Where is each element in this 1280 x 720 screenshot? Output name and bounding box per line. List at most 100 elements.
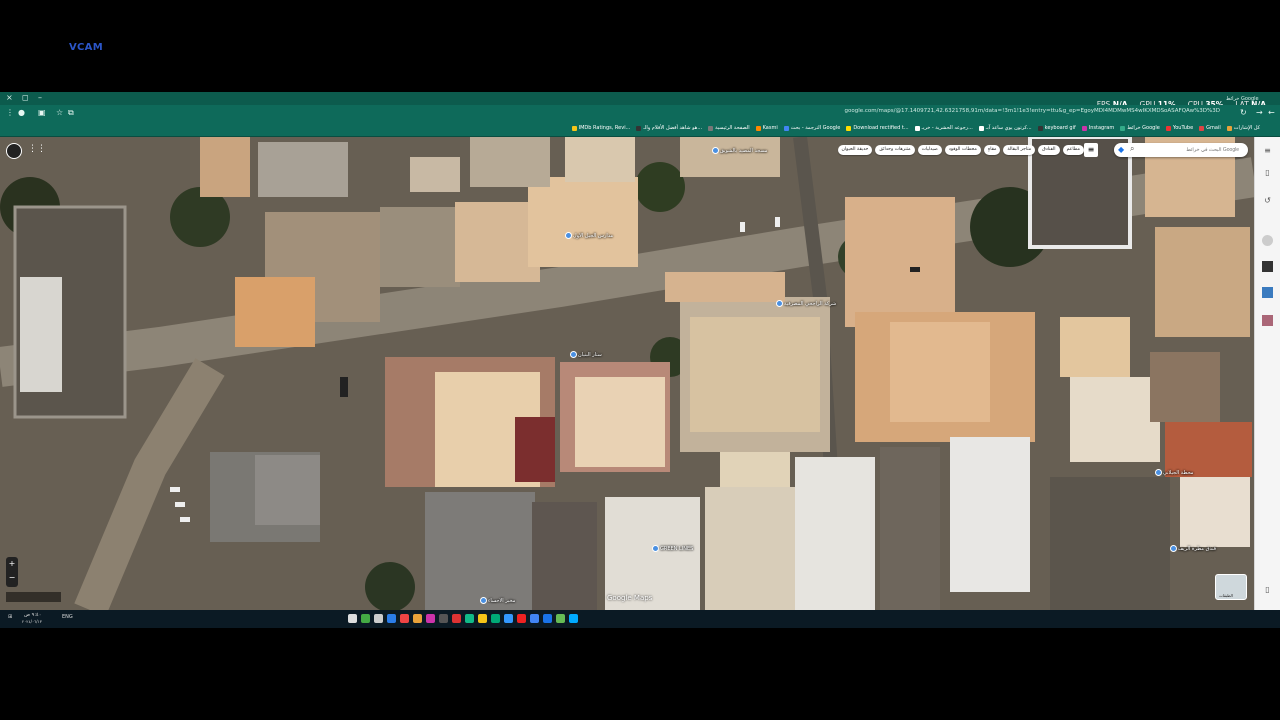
bookmark-item[interactable]: keyboard gif: [1037, 125, 1076, 131]
google-maps-logo: Google Maps: [607, 594, 653, 602]
bookmark-star-icon[interactable]: ☆: [56, 108, 63, 117]
vcam-watermark: VCAM: [69, 42, 103, 53]
url-field[interactable]: google.com/maps/@17.1409721,42.6321758,9…: [845, 108, 1220, 114]
directions-icon[interactable]: ◆: [1118, 145, 1124, 154]
taskbar-app-icon[interactable]: [491, 614, 500, 623]
phone-icon[interactable]: ▯: [1262, 584, 1273, 595]
menu-icon[interactable]: ≡: [1262, 145, 1273, 156]
place-pin-icon: [1170, 545, 1177, 552]
place-pin-icon: [776, 300, 783, 307]
share-icon[interactable]: ⧉: [68, 108, 74, 118]
taskbar-app-icon[interactable]: [439, 614, 448, 623]
satellite-map[interactable]: مسجد المصيد بالشويق مدارس الجيل الاول شر…: [0, 137, 1254, 610]
recent-place-icon[interactable]: [1262, 287, 1273, 298]
map-place-label[interactable]: GREEN LINES: [652, 545, 693, 552]
bookmark-item[interactable]: خرائط Google: [1120, 125, 1160, 131]
taskbar: ⊞ ENG ٩:٤٠ ص ٢٠٢٤/٠٦/١٣: [0, 610, 1280, 628]
back-icon[interactable]: ←: [1268, 108, 1275, 117]
bookmark-item[interactable]: Gmail: [1199, 125, 1221, 131]
layers-toggle[interactable]: الطبقات: [1215, 574, 1247, 600]
taskbar-app-icon[interactable]: [465, 614, 474, 623]
right-side-panel: ≡ ▯ ↺ ▯: [1254, 137, 1280, 610]
clock-time[interactable]: ٩:٤٠ ص: [24, 612, 41, 618]
taskbar-app-icon[interactable]: [387, 614, 396, 623]
bookmark-item[interactable]: كرتون يوي ساعد آبـ...: [978, 125, 1032, 131]
layers-thumbnail-strip[interactable]: [6, 592, 61, 602]
forward-icon[interactable]: →: [1256, 108, 1263, 117]
bookmark-item[interactable]: كل الإشارات: [1226, 125, 1260, 131]
taskbar-app-icon[interactable]: [348, 614, 357, 623]
bookmark-item[interactable]: رجوعه الحشرية - خريـ...: [914, 125, 973, 131]
map-place-label[interactable]: مخبز الاحساء: [480, 597, 515, 604]
place-pin-icon: [480, 597, 487, 604]
bookmark-item[interactable]: IMDb Ratings, Revi...: [571, 125, 630, 131]
bookmark-list: كل الإشارات Gmail YouTube خرائط Google I…: [571, 125, 1260, 131]
taskbar-app-icon[interactable]: [452, 614, 461, 623]
menu-icon[interactable]: ≡: [1084, 143, 1098, 157]
chip-groceries[interactable]: متاجر البقالة: [1003, 145, 1036, 155]
taskbar-app-icon[interactable]: [426, 614, 435, 623]
zoom-controls[interactable]: + −: [6, 557, 18, 587]
taskbar-app-icon[interactable]: [556, 614, 565, 623]
taskbar-app-icon[interactable]: [543, 614, 552, 623]
taskbar-app-icon[interactable]: [504, 614, 513, 623]
chip-pharmacies[interactable]: صيدليات: [917, 145, 942, 155]
compass-icon[interactable]: [6, 143, 22, 159]
close-window-button[interactable]: ×: [6, 93, 13, 102]
place-pin-icon: [1155, 469, 1162, 476]
satellite-imagery: [0, 137, 1254, 610]
layers-label: الطبقات: [1219, 593, 1233, 598]
bookmark-item[interactable]: الصفحة الرئيسية: [708, 125, 750, 131]
map-search-input[interactable]: [1139, 145, 1239, 155]
bookmark-item[interactable]: Instagram: [1081, 125, 1114, 131]
language-indicator[interactable]: ENG: [62, 614, 73, 620]
clock-date: ٢٠٢٤/٠٦/١٣: [22, 619, 42, 624]
map-place-label[interactable]: شركة الراجحي المصرفية: [776, 300, 836, 307]
menu-icon[interactable]: ⋮: [6, 108, 14, 117]
profile-icon[interactable]: ●: [18, 108, 25, 117]
recent-place-icon[interactable]: [1262, 261, 1273, 272]
bookmark-item[interactable]: YouTube: [1165, 125, 1193, 131]
taskbar-app-icon[interactable]: [374, 614, 383, 623]
start-icon[interactable]: ⊞: [8, 614, 12, 620]
history-icon[interactable]: ↺: [1262, 195, 1273, 206]
maximize-window-button[interactable]: ◻: [22, 93, 29, 102]
bookmark-item[interactable]: Kasmi: [755, 125, 778, 131]
taskbar-app-icon[interactable]: [400, 614, 409, 623]
reload-icon[interactable]: ↻: [1240, 108, 1247, 117]
minimize-window-button[interactable]: –: [38, 93, 42, 102]
map-place-label[interactable]: مسجد المصيد بالشويق: [712, 147, 768, 154]
chip-restaurants[interactable]: مطاعم: [1062, 145, 1084, 155]
chip-cafes[interactable]: مقاهٍ: [983, 145, 1001, 155]
taskbar-app-icon[interactable]: [569, 614, 578, 623]
chip-zoo[interactable]: حديقة الحيوان: [837, 145, 873, 155]
map-place-label[interactable]: مدارس الجيل الاول: [565, 232, 613, 239]
apps-grid-icon[interactable]: ⋮⋮: [28, 144, 46, 154]
chip-gas[interactable]: محطات الوقود: [944, 145, 981, 155]
place-pin-icon: [652, 545, 659, 552]
taskbar-app-icon[interactable]: [530, 614, 539, 623]
saved-icon[interactable]: ▯: [1262, 167, 1273, 178]
recent-place-icon[interactable]: [1262, 235, 1273, 246]
place-pin-icon: [565, 232, 572, 239]
bookmark-item[interactable]: هو شاهد أفضل الأفلام والـ...: [636, 125, 702, 131]
taskbar-app-icon[interactable]: [413, 614, 422, 623]
chip-parks[interactable]: متنزهات وحدائق: [875, 145, 915, 155]
taskbar-app-icon[interactable]: [361, 614, 370, 623]
window-title-bar: × ◻ – خرائط Google: [0, 92, 1280, 105]
taskbar-app-icon[interactable]: [517, 614, 526, 623]
extensions-icon[interactable]: ▣: [38, 108, 46, 117]
bookmark-item[interactable]: الترجمة - بحث Google: [783, 125, 840, 131]
search-icon[interactable]: ⌕: [1130, 144, 1134, 154]
taskbar-app-icon[interactable]: [478, 614, 487, 623]
bookmark-item[interactable]: Download rectified t...: [846, 125, 909, 131]
map-place-label[interactable]: ستار البنيان: [570, 351, 602, 358]
recent-place-icon[interactable]: [1262, 315, 1273, 326]
map-place-label[interactable]: فندق مطرة الريف: [1170, 545, 1216, 552]
category-chips: مطاعم الفنادق متاجر البقالة مقاهٍ محطات …: [837, 145, 1084, 155]
map-place-label[interactable]: محطة الجيلاني: [1155, 469, 1193, 476]
chip-hotels[interactable]: الفنادق: [1038, 145, 1060, 155]
taskbar-apps: [348, 614, 578, 623]
map-search-box[interactable]: ◆ ⌕: [1114, 143, 1248, 157]
bookmarks-bar: كل الإشارات Gmail YouTube خرائط Google I…: [0, 122, 1280, 137]
